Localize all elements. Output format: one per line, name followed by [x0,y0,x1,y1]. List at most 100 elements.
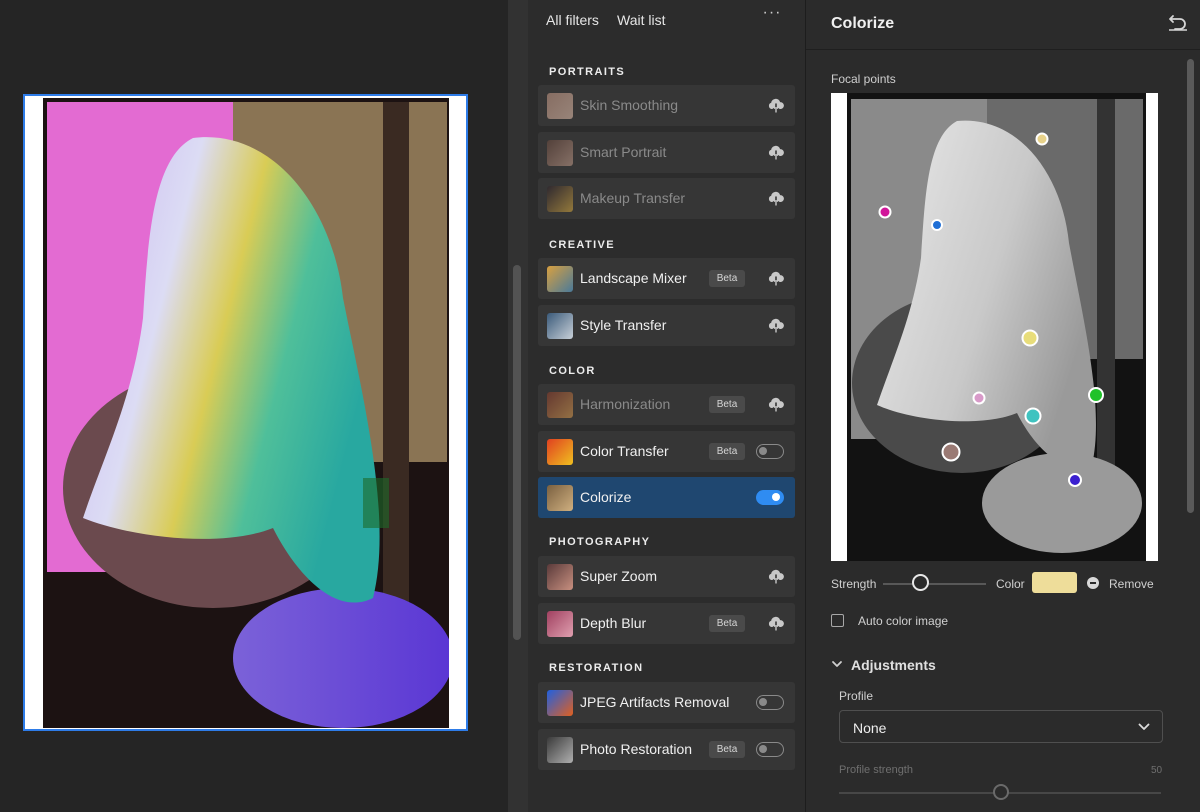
focal-point[interactable] [1021,329,1039,347]
cloud-download-icon[interactable] [767,616,785,631]
cloud-download-icon[interactable] [767,397,785,412]
section-label-creative: CREATIVE [549,239,616,251]
cloud-download-icon[interactable] [767,191,785,206]
focal-point[interactable] [1024,407,1042,425]
section-label-photography: PHOTOGRAPHY [549,536,651,548]
filter-name: Super Zoom [580,568,658,584]
filter-thumbnail [547,266,573,292]
reset-icon[interactable] [1168,13,1188,31]
filter-name: Makeup Transfer [580,190,686,206]
filter-name: Landscape Mixer [580,270,687,286]
cloud-download-icon[interactable] [767,271,785,286]
remove-icon[interactable] [1087,577,1099,589]
focal-point[interactable] [1068,473,1082,487]
panel-scrollbar[interactable] [1185,55,1195,812]
filter-toggle-color-transfer[interactable] [756,443,784,459]
colorized-photo [43,98,449,728]
filter-name: Smart Portrait [580,143,667,160]
auto-color-label[interactable]: Auto color image [858,614,948,628]
panel-title-bar: Colorize [806,0,1200,50]
focal-point[interactable] [941,442,961,462]
filter-thumbnail [547,93,573,119]
filter-toggle-jpeg-artifacts-removal[interactable] [756,695,784,710]
filter-name: Style Transfer [580,316,667,333]
section-label-portraits: PORTRAITS [549,66,626,78]
filter-row-photo-restoration[interactable]: Photo Restoration Beta [538,728,795,770]
filter-row-super-zoom[interactable]: Super Zoom [538,556,795,597]
image-canvas[interactable] [0,0,508,812]
focal-point[interactable] [972,391,986,405]
filters-header: All filters Wait list ··· [528,0,805,42]
focal-point[interactable] [1088,387,1104,403]
focal-point[interactable] [878,205,892,219]
beta-badge: Beta [709,270,745,287]
filter-name: Photo Restoration [580,740,693,757]
panel-title: Colorize [831,15,895,32]
tab-wait-list[interactable]: Wait list [617,12,665,28]
filter-row-landscape-mixer[interactable]: Landscape Mixer Beta [538,258,795,299]
panel-scrollbar-thumb[interactable] [1187,59,1194,513]
filter-row-skin-smoothing[interactable]: Skin Smoothing [538,85,795,126]
filter-name: Depth Blur [580,614,647,631]
strength-label: Strength [831,577,877,591]
filter-row-colorize[interactable]: Colorize [538,477,795,518]
filter-thumbnail [547,438,573,465]
filter-row-makeup-transfer[interactable]: Makeup Transfer [538,178,795,219]
canvas-scrollbar-thumb[interactable] [513,265,521,640]
profile-label: Profile [839,689,874,703]
strength-slider-handle[interactable] [911,574,929,591]
adjustments-section-title[interactable]: Adjustments [851,657,936,673]
beta-badge: Beta [709,740,745,758]
filter-thumbnail [547,736,573,763]
filter-thumbnail [547,392,573,418]
filter-thumbnail [547,312,573,339]
filter-thumbnail [547,564,573,590]
grayscale-photo-art [847,93,1146,561]
focal-point[interactable] [1035,132,1049,146]
filter-name: JPEG Artifacts Removal [580,694,730,710]
beta-badge: Beta [709,442,745,460]
toggle-knob [772,493,780,501]
focal-point[interactable] [931,219,943,231]
colorized-photo-art [43,98,449,728]
filter-thumbnail [547,610,573,637]
filter-thumbnail [547,690,573,716]
strength-slider-track[interactable] [883,583,986,585]
grayscale-photo [847,93,1146,561]
profile-strength-value: 50 [1151,765,1163,776]
filter-row-color-transfer[interactable]: Color Transfer Beta [538,430,795,472]
filter-toggle-photo-restoration[interactable] [756,741,784,757]
profile-strength-label: Profile strength [839,764,913,776]
auto-color-checkbox[interactable] [831,614,844,627]
tab-all-filters[interactable]: All filters [546,12,599,28]
chevron-down-icon[interactable] [831,658,843,670]
filter-name: Colorize [580,489,632,505]
colorize-panel: Colorize Focal points Strength Color Rem… [806,0,1200,812]
color-label: Color [996,577,1025,591]
filter-thumbnail [547,186,573,212]
cloud-download-icon[interactable] [767,569,785,584]
color-swatch[interactable] [1032,572,1077,593]
section-label-restoration: RESTORATION [549,662,644,674]
remove-label[interactable]: Remove [1109,577,1154,591]
canvas-scrollbar[interactable] [508,0,528,812]
section-label-color: COLOR [549,365,596,377]
cloud-download-icon[interactable] [767,145,785,160]
filter-name: Harmonization [580,396,671,412]
profile-strength-slider-handle[interactable] [993,784,1009,800]
filter-row-style-transfer[interactable]: Style Transfer [538,304,795,346]
toggle-knob [759,446,767,455]
focal-points-preview[interactable] [831,93,1158,561]
filter-row-depth-blur[interactable]: Depth Blur Beta [538,602,795,644]
filter-row-jpeg-artifacts-removal[interactable]: JPEG Artifacts Removal [538,682,795,723]
selected-image-frame[interactable] [23,94,468,731]
filter-toggle-colorize[interactable] [756,490,784,505]
cloud-download-icon[interactable] [767,318,785,333]
more-options-button[interactable]: ··· [762,4,782,24]
filter-row-smart-portrait[interactable]: Smart Portrait [538,131,795,173]
filter-name: Skin Smoothing [580,97,679,113]
chevron-down-icon [1138,723,1150,730]
filter-row-harmonization[interactable]: Harmonization Beta [538,384,795,425]
profile-dropdown[interactable]: None [839,710,1163,743]
cloud-download-icon[interactable] [767,98,785,113]
